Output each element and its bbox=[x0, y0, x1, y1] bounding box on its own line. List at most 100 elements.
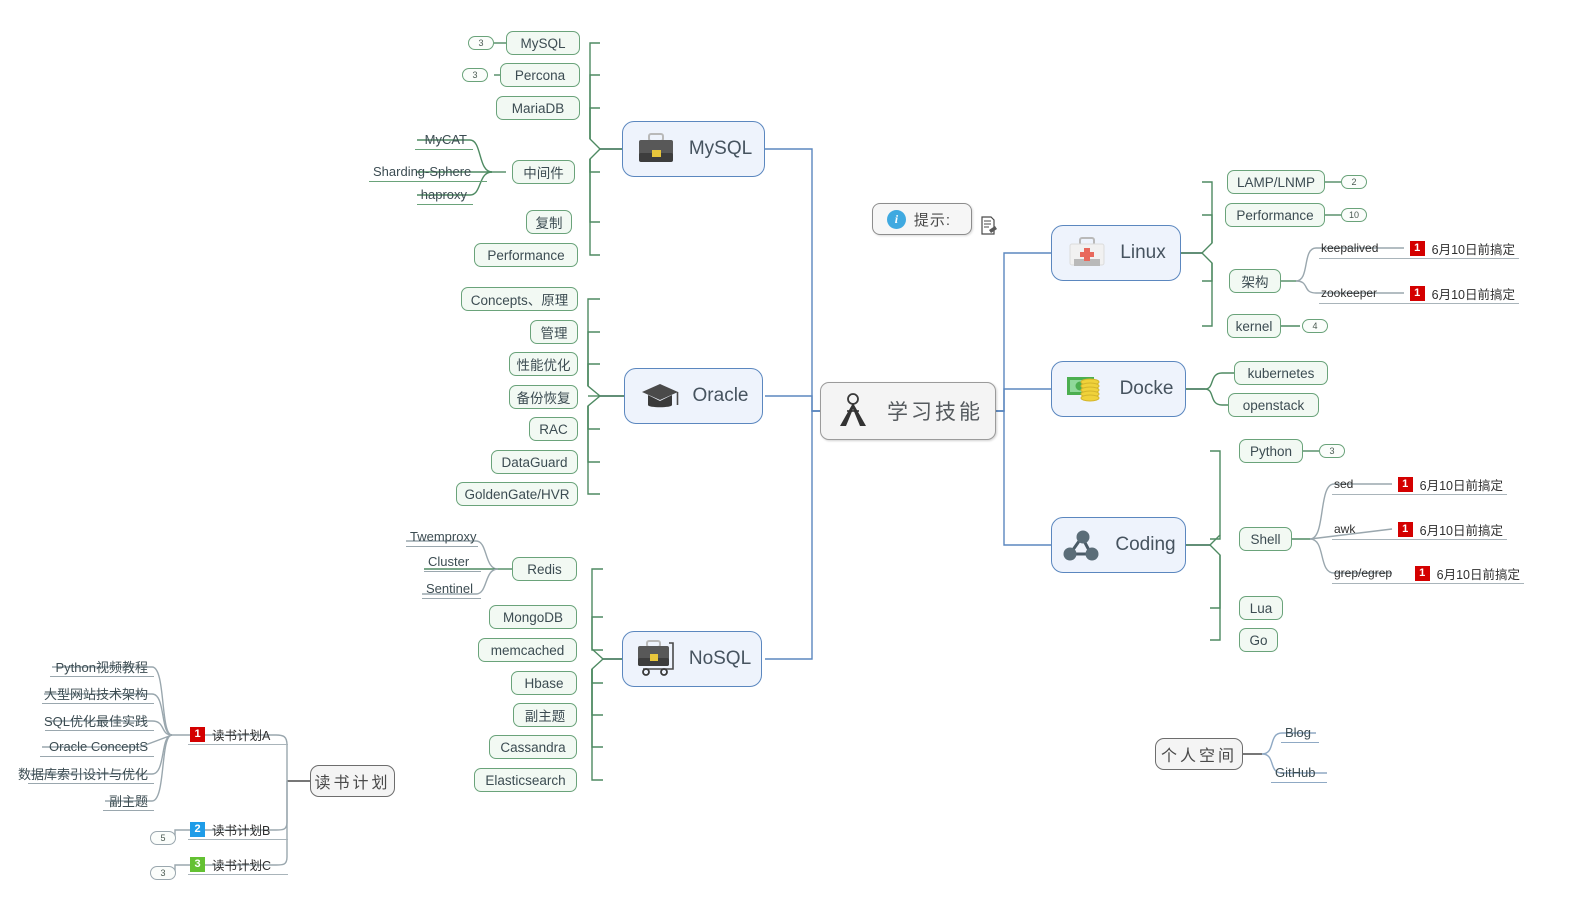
node-mysql-child-3[interactable]: 中间件 bbox=[512, 160, 575, 184]
main-branch-coding[interactable]: Coding bbox=[1051, 517, 1186, 573]
counter-linux-child-0[interactable]: 2 bbox=[1341, 175, 1367, 189]
mindmap-canvas: 学习技能 i 提示: MySQL MySQL 3 Percona 3 Maria… bbox=[0, 0, 1572, 913]
main-branch-mysql[interactable]: MySQL bbox=[622, 121, 765, 177]
node-oracle-child-6[interactable]: GoldenGate/HVR bbox=[456, 482, 578, 506]
task-awk[interactable]: awk 1 6月10日前搞定 bbox=[1332, 519, 1507, 540]
hint-callout[interactable]: i 提示: bbox=[872, 203, 972, 235]
node-docker-child-0[interactable]: kubernetes bbox=[1234, 361, 1328, 385]
main-branch-nosql[interactable]: NoSQL bbox=[622, 631, 762, 687]
node-coding-child-2[interactable]: Lua bbox=[1239, 596, 1283, 620]
node-mysql-child-0[interactable]: MySQL bbox=[506, 31, 580, 55]
personal-space-title: 个人空间 bbox=[1161, 748, 1238, 765]
node-label: Concepts、原理 bbox=[470, 293, 569, 308]
reading-plan-b[interactable]: 2 读书计划B bbox=[188, 819, 288, 840]
task-due: 6月10日前搞定 bbox=[1436, 567, 1520, 582]
node-label: Blog bbox=[1285, 724, 1312, 740]
node-coding-child-1[interactable]: Shell bbox=[1239, 527, 1292, 551]
node-docker-child-1[interactable]: openstack bbox=[1228, 393, 1319, 417]
node-oracle-child-0[interactable]: Concepts、原理 bbox=[461, 287, 578, 311]
main-branch-mysql-label: MySQL bbox=[688, 138, 753, 159]
compass-icon bbox=[840, 393, 866, 426]
personal-space-child-0[interactable]: Blog bbox=[1281, 722, 1319, 743]
node-label: 中间件 bbox=[523, 166, 564, 181]
main-branch-docker-label: Docke bbox=[1119, 378, 1174, 399]
node-mysql-child-1[interactable]: Percona bbox=[500, 63, 580, 87]
main-branch-docker[interactable]: Docke bbox=[1051, 361, 1186, 417]
node-nosql-child-1[interactable]: MongoDB bbox=[489, 605, 577, 629]
node-label: 大型网站技术架构 bbox=[43, 686, 148, 702]
node-middleware-0[interactable]: MyCAT bbox=[415, 129, 473, 150]
main-branch-coding-label: Coding bbox=[1115, 534, 1176, 555]
task-due: 6月10日前搞定 bbox=[1419, 478, 1503, 493]
counter-reading-plan-b[interactable]: 5 bbox=[150, 831, 176, 845]
reading-plan-c[interactable]: 3 读书计划C bbox=[188, 854, 288, 875]
task-label: keepalived bbox=[1321, 241, 1379, 255]
node-nosql-child-4[interactable]: 副主题 bbox=[513, 703, 577, 727]
task-label: grep/egrep bbox=[1334, 566, 1393, 580]
book-item-2[interactable]: SQL优化最佳实践 bbox=[44, 710, 154, 731]
node-label: haproxy bbox=[420, 186, 467, 202]
node-middleware-1[interactable]: Sharding-Sphere bbox=[369, 161, 487, 182]
node-nosql-child-6[interactable]: Elasticsearch bbox=[474, 768, 577, 792]
main-branch-oracle[interactable]: Oracle bbox=[624, 368, 763, 424]
node-label: Go bbox=[1249, 632, 1268, 648]
node-label: MyCAT bbox=[424, 131, 467, 147]
node-label: MySQL bbox=[520, 35, 566, 51]
node-label: Percona bbox=[514, 67, 566, 83]
priority-badge: 1 bbox=[1414, 565, 1430, 581]
book-item-3[interactable]: Oracle ConceptS bbox=[40, 736, 154, 757]
node-linux-child-3[interactable]: kernel bbox=[1227, 314, 1281, 338]
book-item-1[interactable]: 大型网站技术架构 bbox=[42, 683, 154, 704]
node-nosql-child-2[interactable]: memcached bbox=[478, 638, 577, 662]
task-keepalived[interactable]: keepalived 1 6月10日前搞定 bbox=[1319, 238, 1519, 259]
personal-space-root[interactable]: 个人空间 bbox=[1155, 738, 1243, 770]
node-redis-2[interactable]: Sentinel bbox=[422, 578, 481, 599]
node-mysql-child-4[interactable]: 复制 bbox=[526, 210, 572, 234]
plan-label: 读书计划A bbox=[212, 728, 271, 743]
node-coding-child-3[interactable]: Go bbox=[1239, 628, 1278, 652]
node-middleware-2[interactable]: haproxy bbox=[417, 184, 473, 205]
counter-mysql-child-0[interactable]: 3 bbox=[468, 36, 494, 50]
reading-plan-root[interactable]: 读书计划 bbox=[310, 765, 395, 797]
node-redis-1[interactable]: Cluster bbox=[424, 551, 481, 572]
graduation-cap-icon bbox=[641, 384, 678, 408]
book-item-4[interactable]: 数据库索引设计与优化 bbox=[18, 763, 154, 784]
personal-space-child-1[interactable]: GitHub bbox=[1271, 762, 1327, 783]
node-linux-child-2[interactable]: 架构 bbox=[1229, 269, 1281, 293]
node-nosql-child-0[interactable]: Redis bbox=[512, 557, 577, 581]
counter-reading-plan-c[interactable]: 3 bbox=[150, 866, 176, 880]
node-oracle-child-5[interactable]: DataGuard bbox=[491, 450, 578, 474]
node-label: 复制 bbox=[535, 216, 563, 231]
info-icon: i bbox=[886, 209, 906, 229]
counter-linux-child-3[interactable]: 4 bbox=[1302, 319, 1328, 333]
main-branch-linux[interactable]: Linux bbox=[1051, 225, 1181, 281]
task-sed[interactable]: sed 1 6月10日前搞定 bbox=[1332, 474, 1507, 495]
node-redis-0[interactable]: Twemproxy bbox=[406, 526, 478, 547]
node-mysql-child-5[interactable]: Performance bbox=[474, 243, 578, 267]
edit-note-icon[interactable] bbox=[980, 216, 997, 236]
reading-plan-a[interactable]: 1 读书计划A bbox=[188, 724, 288, 745]
task-grep-egrep[interactable]: grep/egrep 1 6月10日前搞定 bbox=[1332, 563, 1524, 584]
node-nosql-child-3[interactable]: Hbase bbox=[511, 671, 577, 695]
node-oracle-child-2[interactable]: 性能优化 bbox=[509, 352, 578, 376]
book-item-5[interactable]: 副主题 bbox=[103, 790, 154, 811]
node-oracle-child-4[interactable]: RAC bbox=[529, 417, 578, 441]
node-nosql-child-5[interactable]: Cassandra bbox=[489, 735, 577, 759]
node-mysql-child-2[interactable]: MariaDB bbox=[496, 96, 580, 120]
main-branch-linux-label: Linux bbox=[1120, 242, 1166, 263]
node-label: kernel bbox=[1235, 318, 1273, 334]
node-linux-child-0[interactable]: LAMP/LNMP bbox=[1227, 170, 1325, 194]
root-node[interactable]: 学习技能 bbox=[820, 382, 996, 440]
priority-badge: 1 bbox=[190, 726, 205, 742]
node-oracle-child-3[interactable]: 备份恢复 bbox=[509, 385, 578, 409]
counter-linux-child-1[interactable]: 10 bbox=[1341, 208, 1367, 222]
node-label: Sentinel bbox=[426, 580, 473, 596]
node-coding-child-0[interactable]: Python bbox=[1239, 439, 1303, 463]
node-oracle-child-1[interactable]: 管理 bbox=[530, 320, 578, 344]
counter-mysql-child-1[interactable]: 3 bbox=[462, 68, 488, 82]
counter-coding-child-0[interactable]: 3 bbox=[1319, 444, 1345, 458]
book-item-0[interactable]: Python视频教程 bbox=[50, 656, 154, 677]
node-linux-child-1[interactable]: Performance bbox=[1225, 203, 1325, 227]
task-zookeeper[interactable]: zookeeper 1 6月10日前搞定 bbox=[1319, 283, 1519, 304]
node-label: 管理 bbox=[540, 326, 568, 341]
